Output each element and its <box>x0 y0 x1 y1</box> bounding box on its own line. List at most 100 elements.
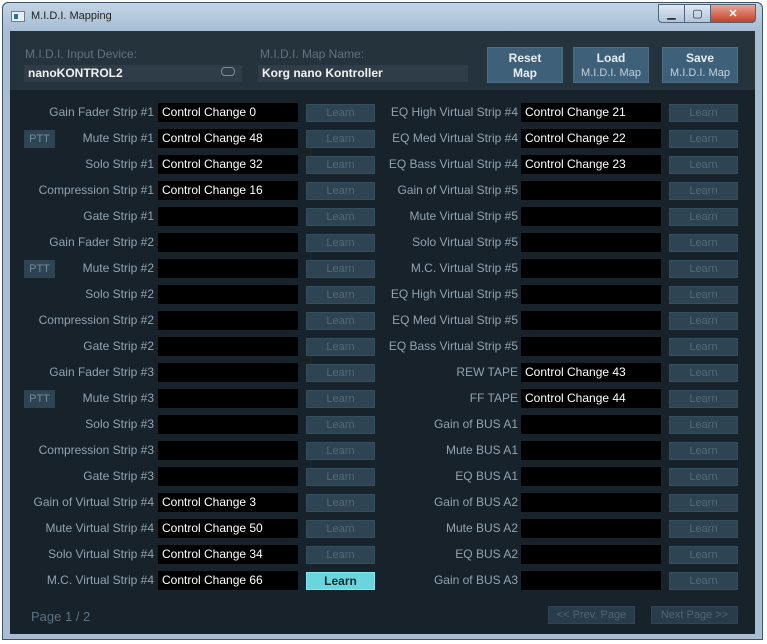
learn-button[interactable]: Learn <box>669 234 738 252</box>
mapping-row: Mute BUS A2 Learn <box>380 519 755 538</box>
midi-assignment-field[interactable] <box>521 467 661 486</box>
row-label: EQ BUS A2 <box>455 547 518 561</box>
row-label: Mute Virtual Strip #5 <box>409 209 519 223</box>
learn-button[interactable]: Learn <box>669 546 738 564</box>
mapping-row: PTT Mute Strip #2 Learn <box>10 259 380 278</box>
load-map-label-2: M.I.D.I. Map <box>581 67 641 79</box>
learn-button[interactable]: Learn <box>669 312 738 330</box>
midi-assignment-field[interactable] <box>158 285 298 304</box>
learn-button[interactable]: Learn <box>669 104 738 122</box>
midi-assignment-field[interactable] <box>521 519 661 538</box>
learn-button[interactable]: Learn <box>306 520 375 538</box>
midi-assignment-field[interactable] <box>521 311 661 330</box>
learn-button[interactable]: Learn <box>306 182 375 200</box>
midi-assignment-field[interactable]: Control Change 50 <box>158 519 298 538</box>
midi-assignment-field[interactable] <box>158 207 298 226</box>
midi-assignment-field[interactable] <box>521 285 661 304</box>
maximize-button[interactable]: ▢ <box>684 4 711 23</box>
reset-map-label-1: Reset <box>508 51 542 65</box>
learn-button[interactable]: Learn <box>306 338 375 356</box>
learn-button[interactable]: Learn <box>306 416 375 434</box>
next-page-button[interactable]: Next Page >> <box>651 606 738 624</box>
learn-button[interactable]: Learn <box>669 286 738 304</box>
midi-assignment-field[interactable]: Control Change 23 <box>521 155 661 174</box>
input-device-select[interactable]: nanoKONTROL2 <box>24 65 242 82</box>
learn-button[interactable]: Learn <box>306 364 375 382</box>
midi-assignment-field[interactable] <box>158 415 298 434</box>
title-bar[interactable]: M.I.D.I. Mapping ▁ ▢ ✕ <box>3 3 762 31</box>
midi-assignment-field[interactable]: Control Change 32 <box>158 155 298 174</box>
learn-button[interactable]: Learn <box>306 260 375 278</box>
midi-assignment-field[interactable] <box>521 571 661 590</box>
midi-assignment-field[interactable]: Control Change 48 <box>158 129 298 148</box>
learn-button[interactable]: Learn <box>306 286 375 304</box>
learn-button[interactable]: Learn <box>306 468 375 486</box>
midi-assignment-field[interactable] <box>158 363 298 382</box>
learn-button[interactable]: Learn <box>669 572 738 590</box>
learn-button[interactable]: Learn <box>669 520 738 538</box>
midi-assignment-field[interactable] <box>521 259 661 278</box>
learn-button[interactable]: Learn <box>669 208 738 226</box>
midi-assignment-field[interactable]: Control Change 0 <box>158 103 298 122</box>
midi-assignment-field[interactable] <box>521 493 661 512</box>
map-name-field[interactable]: Korg nano Kontroller <box>258 65 468 82</box>
midi-assignment-field[interactable]: Control Change 16 <box>158 181 298 200</box>
midi-assignment-field[interactable] <box>521 545 661 564</box>
mapping-row: EQ Bass Virtual Strip #5 Learn <box>380 337 755 356</box>
mapping-row: M.C. Virtual Strip #4 Control Change 66 Le… <box>10 571 380 590</box>
learn-button[interactable]: Learn <box>669 130 738 148</box>
midi-assignment-field[interactable]: Control Change 43 <box>521 363 661 382</box>
midi-assignment-field[interactable] <box>521 181 661 200</box>
close-button[interactable]: ✕ <box>710 4 756 23</box>
midi-assignment-field[interactable] <box>158 467 298 486</box>
learn-button[interactable]: Learn <box>306 234 375 252</box>
midi-assignment-field[interactable] <box>158 337 298 356</box>
save-map-button[interactable]: Save M.I.D.I. Map <box>662 47 738 83</box>
midi-assignment-field[interactable]: Control Change 21 <box>521 103 661 122</box>
midi-assignment-field[interactable]: Control Change 34 <box>158 545 298 564</box>
learn-button[interactable]: Learn <box>306 546 375 564</box>
midi-assignment-field[interactable] <box>521 233 661 252</box>
midi-assignment-field[interactable] <box>158 259 298 278</box>
learn-button[interactable]: Learn <box>669 260 738 278</box>
prev-page-button[interactable]: << Prev. Page <box>548 606 635 624</box>
mapping-row: PTT Mute Strip #3 Learn <box>10 389 380 408</box>
learn-button[interactable]: Learn <box>306 156 375 174</box>
learn-button[interactable]: Learn <box>306 312 375 330</box>
learn-button[interactable]: Learn <box>306 494 375 512</box>
learn-button[interactable]: Learn <box>306 442 375 460</box>
midi-assignment-field[interactable] <box>521 441 661 460</box>
row-label: Gate Strip #2 <box>83 339 154 353</box>
mapping-row: Gate Strip #3 Learn <box>10 467 380 486</box>
learn-button[interactable]: Learn <box>669 182 738 200</box>
minimize-button[interactable]: ▁ <box>658 4 685 23</box>
learn-button[interactable]: Learn <box>669 364 738 382</box>
midi-assignment-field[interactable]: Control Change 66 <box>158 571 298 590</box>
learn-button[interactable]: Learn <box>306 130 375 148</box>
load-map-button[interactable]: Load M.I.D.I. Map <box>573 47 649 83</box>
midi-assignment-field[interactable]: Control Change 22 <box>521 129 661 148</box>
learn-button[interactable]: Learn <box>669 494 738 512</box>
learn-button[interactable]: Learn <box>669 390 738 408</box>
midi-assignment-field[interactable]: Control Change 3 <box>158 493 298 512</box>
learn-button[interactable]: Learn <box>669 416 738 434</box>
dropdown-indicator-icon[interactable] <box>221 67 235 76</box>
midi-assignment-field[interactable]: Control Change 44 <box>521 389 661 408</box>
learn-button[interactable]: Learn <box>669 338 738 356</box>
learn-button[interactable]: Learn <box>669 442 738 460</box>
learn-button[interactable]: Learn <box>669 156 738 174</box>
learn-button[interactable]: Learn <box>306 104 375 122</box>
learn-button[interactable]: Learn <box>669 468 738 486</box>
midi-assignment-field[interactable] <box>158 389 298 408</box>
midi-assignment-field[interactable] <box>158 441 298 460</box>
midi-assignment-field[interactable] <box>521 415 661 434</box>
midi-assignment-field[interactable] <box>521 207 661 226</box>
mapping-row: REW TAPE Control Change 43 Learn <box>380 363 755 382</box>
learn-button[interactable]: Learn <box>306 572 375 590</box>
midi-assignment-field[interactable] <box>158 233 298 252</box>
midi-assignment-field[interactable] <box>521 337 661 356</box>
midi-assignment-field[interactable] <box>158 311 298 330</box>
learn-button[interactable]: Learn <box>306 390 375 408</box>
reset-map-button[interactable]: Reset Map <box>487 47 563 83</box>
learn-button[interactable]: Learn <box>306 208 375 226</box>
